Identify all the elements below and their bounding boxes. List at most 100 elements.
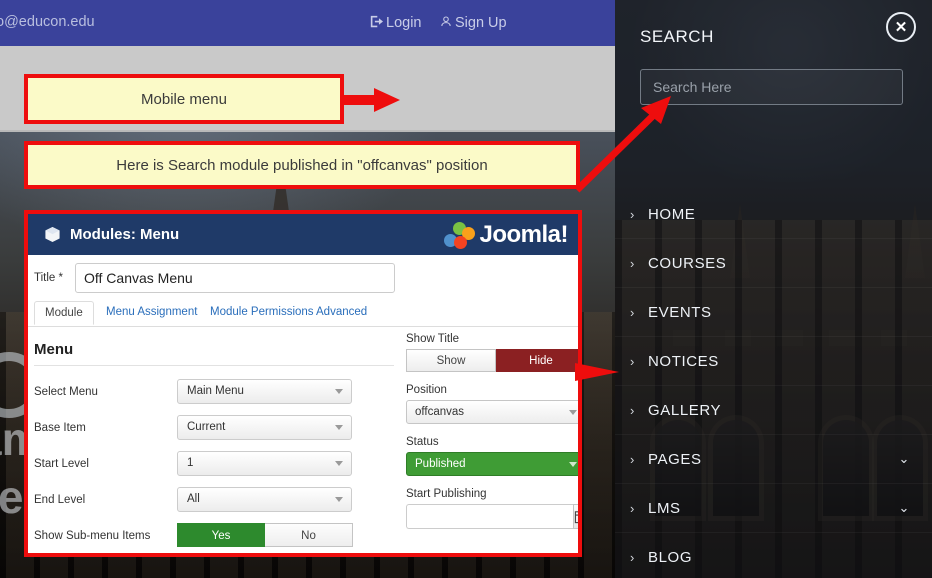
chevron-down-icon[interactable]: ⌄ <box>899 451 911 467</box>
tab-module[interactable]: Module <box>34 301 94 325</box>
show-submenu-toggle[interactable]: Yes No <box>177 523 353 547</box>
chevron-right-icon: › <box>630 206 635 222</box>
module-title-label: Title * <box>34 272 63 284</box>
chevron-down-icon[interactable]: ⌄ <box>899 500 911 516</box>
status-value: Published <box>415 458 466 470</box>
field-show-submenu-items: Show Sub-menu Items Yes No <box>34 523 384 552</box>
show-title-label: Show Title <box>406 333 460 345</box>
calendar-icon[interactable] <box>573 504 578 529</box>
start-publishing-label: Start Publishing <box>406 488 487 500</box>
joomla-admin-panel: Modules: Menu Joomla! Title * Module Men… <box>24 210 582 557</box>
field-start-level: Start Level 1 <box>34 451 384 480</box>
menu-item-gallery-label: GALLERY <box>648 401 722 419</box>
form-section-title: Menu <box>34 341 74 358</box>
callout-search-module: Here is Search module published in "offc… <box>24 141 580 189</box>
position-dropdown[interactable]: offcanvas <box>406 400 578 424</box>
chevron-right-icon: › <box>630 549 635 565</box>
decor-text: re <box>0 471 24 523</box>
menu-item-blog[interactable]: › BLOG <box>615 533 932 578</box>
offcanvas-search-heading: SEARCH <box>640 27 714 46</box>
callout-search-module-text: Here is Search module published in "offc… <box>116 156 488 174</box>
offcanvas-panel: ✕ SEARCH › HOME › COURSES › EVENTS › NOT… <box>615 0 932 578</box>
tab-advanced[interactable]: Advanced <box>306 301 377 323</box>
field-end-level-value: All <box>187 493 200 505</box>
menu-item-courses-label: COURSES <box>648 254 727 272</box>
position-label: Position <box>406 384 447 396</box>
sign-in-icon <box>370 15 383 32</box>
position-value: offcanvas <box>415 406 465 418</box>
login-link[interactable]: Login <box>370 15 421 32</box>
offcanvas-menu: › HOME › COURSES › EVENTS › NOTICES › GA… <box>615 190 932 578</box>
joomla-logo-icon: Joomla! <box>444 220 568 250</box>
chevron-right-icon: › <box>630 451 635 467</box>
chevron-down-icon <box>569 462 577 467</box>
module-tabs: Module Menu Assignment Module Permission… <box>28 301 578 327</box>
menu-item-gallery[interactable]: › GALLERY <box>615 386 932 435</box>
menu-item-pages[interactable]: › PAGES ⌄ <box>615 435 932 484</box>
site-topbar: fo@educon.edu Login Sign Up <box>0 0 615 46</box>
field-select-menu-dropdown[interactable]: Main Menu <box>177 379 352 404</box>
tab-module-permissions[interactable]: Module Permissions <box>200 301 324 323</box>
field-end-level-dropdown[interactable]: All <box>177 487 352 512</box>
menu-item-events-label: EVENTS <box>648 303 712 321</box>
chevron-right-icon: › <box>630 304 635 320</box>
field-select-menu-value: Main Menu <box>187 385 244 397</box>
arrow-to-hamburger <box>344 86 402 114</box>
field-start-level-label: Start Level <box>34 458 89 470</box>
menu-item-lms-label: LMS <box>648 499 681 517</box>
joomla-brand-text: Joomla! <box>479 221 568 248</box>
show-submenu-yes-button[interactable]: Yes <box>177 523 265 547</box>
module-title-input[interactable] <box>75 263 395 293</box>
field-show-submenu-items-label: Show Sub-menu Items <box>34 530 151 542</box>
chevron-right-icon: › <box>630 353 635 369</box>
show-title-toggle[interactable]: Show Hide <box>406 349 578 372</box>
callout-mobile-menu-text: Mobile menu <box>141 90 227 108</box>
tab-menu-assignment[interactable]: Menu Assignment <box>96 301 207 323</box>
user-icon <box>440 15 452 32</box>
signup-label: Sign Up <box>455 15 507 31</box>
close-icon[interactable]: ✕ <box>886 12 916 42</box>
start-publishing-row <box>406 504 578 529</box>
chevron-down-icon <box>335 425 343 430</box>
cube-icon <box>44 226 61 243</box>
field-base-item: Base Item Current <box>34 415 384 444</box>
show-submenu-no-button[interactable]: No <box>265 523 353 547</box>
status-label: Status <box>406 436 439 448</box>
navbar-divider <box>0 130 615 132</box>
chevron-right-icon: › <box>630 255 635 271</box>
status-dropdown[interactable]: Published <box>406 452 578 476</box>
module-options-column: Show Title Show Hide Position offcanvas … <box>406 333 578 529</box>
start-publishing-input[interactable] <box>406 504 573 529</box>
field-end-level-label: End Level <box>34 494 86 506</box>
arrow-to-offcanvas-menu <box>575 358 625 386</box>
chevron-down-icon <box>569 410 577 415</box>
menu-item-notices[interactable]: › NOTICES <box>615 337 932 386</box>
field-select-menu: Select Menu Main Menu <box>34 379 384 408</box>
chevron-down-icon <box>335 497 343 502</box>
form-section-divider <box>34 365 394 366</box>
field-end-level: End Level All <box>34 487 384 516</box>
menu-item-lms[interactable]: › LMS ⌄ <box>615 484 932 533</box>
module-title-row: Title * <box>28 255 578 301</box>
chevron-down-icon <box>335 461 343 466</box>
chevron-right-icon: › <box>630 500 635 516</box>
field-base-item-dropdown[interactable]: Current <box>177 415 352 440</box>
menu-item-events[interactable]: › EVENTS <box>615 288 932 337</box>
field-select-menu-label: Select Menu <box>34 386 98 398</box>
chevron-right-icon: › <box>630 402 635 418</box>
field-start-level-value: 1 <box>187 457 194 469</box>
menu-item-blog-label: BLOG <box>648 548 693 566</box>
joomla-panel-title: Modules: Menu <box>70 226 180 243</box>
joomla-logo-mark <box>444 221 476 249</box>
field-start-level-dropdown[interactable]: 1 <box>177 451 352 476</box>
signup-link[interactable]: Sign Up <box>440 15 507 32</box>
show-title-show-button[interactable]: Show <box>406 349 496 372</box>
menu-item-home-label: HOME <box>648 205 696 223</box>
show-title-hide-button[interactable]: Hide <box>496 349 578 372</box>
module-form: Menu Select Menu Main Menu Base Item Cur… <box>28 327 578 547</box>
chevron-down-icon <box>335 389 343 394</box>
callout-mobile-menu: Mobile menu <box>24 74 344 124</box>
menu-item-courses[interactable]: › COURSES <box>615 239 932 288</box>
menu-item-pages-label: PAGES <box>648 450 702 468</box>
joomla-panel-header: Modules: Menu Joomla! <box>28 214 578 255</box>
